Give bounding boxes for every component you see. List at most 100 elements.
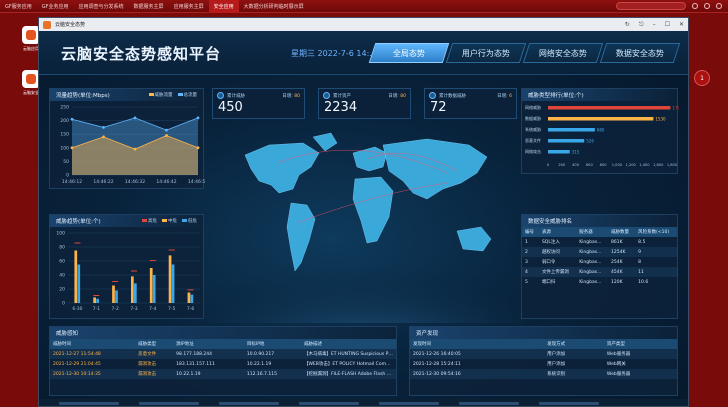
today-label: 日增: <box>497 93 508 99</box>
table-cell: 454K <box>608 267 636 277</box>
bar <box>548 139 585 143</box>
panel-header: 威胁类型排行(单位:个) <box>522 89 677 101</box>
gear-icon[interactable] <box>704 3 710 9</box>
data-point <box>165 134 168 137</box>
bar-value-label: 1777 <box>672 106 679 111</box>
table-row[interactable]: 2021-12-26 16:40:05 用户添加 Web服务器 <box>410 349 677 359</box>
taskbar-tab[interactable]: 大数据分析研判临时展示屏 <box>239 0 309 13</box>
bar-value-label: 526 <box>586 139 594 144</box>
table-cell: 8.5 <box>638 239 646 245</box>
table-row[interactable]: 2021-12-30 10:14:35 漏洞攻击 10.22.1.19 112.16.… <box>50 369 396 379</box>
close-icon[interactable]: ✕ <box>679 21 684 29</box>
dashboard: 云脑安全态势感知平台 星期三 2022-7-6 14:... 全局态势 用户行为… <box>39 31 688 406</box>
table-cell: Web服务器 <box>603 349 677 359</box>
x-tick-label: 1,600 <box>653 163 664 167</box>
bar <box>548 150 570 154</box>
panel-title: 资产发现 <box>416 331 439 337</box>
power-icon[interactable] <box>716 3 722 9</box>
table-cell: 端口扫 <box>541 280 556 285</box>
table-row[interactable]: 1 SQL注入 Kingbas... 861K 8.5 <box>522 237 677 247</box>
tab-data[interactable]: 数据安全态势 <box>599 43 681 63</box>
taskbar-tab[interactable]: 安全应用 <box>208 0 239 13</box>
column-header: 目标IP地 <box>243 339 301 349</box>
tab-network[interactable]: 网络安全态势 <box>522 43 604 63</box>
table-row[interactable]: 3 弱口令 Kingbas... 254K 8 <box>522 257 677 267</box>
y-tick-label: 250 <box>60 105 69 111</box>
column-header: 威胁时间 <box>50 339 136 349</box>
data-point <box>70 117 74 121</box>
category-label: 网络攻击 <box>525 148 541 154</box>
taskbar: GF服务应用 GF业务应用 应用调查与分发系统 数据服务主屏 应用服务主屏 安全应用 大数据… <box>0 0 728 13</box>
table-row[interactable]: 2021-12-30 09:54:16 系统识别 Web服务器 <box>410 369 677 379</box>
restore-icon[interactable]: ⎋ <box>639 21 644 29</box>
x-tick-label: 1,800 <box>667 163 678 167</box>
x-tick-label: 0 <box>547 163 550 167</box>
tab-user-behavior[interactable]: 用户行为态势 <box>445 43 527 63</box>
table-cell: 8 <box>638 259 642 265</box>
taskbar-right <box>616 2 728 10</box>
taskbar-tab[interactable]: 数据服务主屏 <box>129 0 169 13</box>
category-label: 恶意文件 <box>525 137 541 143</box>
asia <box>382 138 488 200</box>
column-header: 表源 <box>538 227 577 237</box>
table-row[interactable]: 2 越权访问 Kingbas... 1254K 9 <box>522 247 677 257</box>
table-cell: Kingbas... <box>579 259 602 265</box>
y-tick-label: 40 <box>59 273 65 279</box>
search-box[interactable] <box>616 2 686 10</box>
table-cell: 2021-12-30 09:54:16 <box>410 369 545 379</box>
today-value: 6 <box>509 93 512 99</box>
taskbar-tab[interactable]: 应用服务主屏 <box>169 0 209 13</box>
datetime: 星期三 2022-7-6 14:... <box>291 49 377 58</box>
table-row[interactable]: 2021-12-29 21:04:45 漏洞攻击 183.131.157.111 10… <box>50 359 396 369</box>
table-row[interactable]: 2021-12-28 15:24:11 用户添加 Web网关 <box>410 359 677 369</box>
table-cell: Kingbas... <box>576 267 609 277</box>
taskbar-tab[interactable]: GF服务应用 <box>0 0 37 13</box>
table-row[interactable]: 2021-12-27 11:54:48 恶意文件 98.177.188.244 10.… <box>50 349 396 359</box>
today-label: 日增: <box>388 93 399 99</box>
table-header-row: 威胁时间 威胁类型 源IP地址 目标IP地 威胁描述 <box>50 339 396 349</box>
refresh-icon[interactable]: ↻ <box>625 21 630 29</box>
stat-card-data-threat: 累计数据威胁 日增: 6 72 <box>424 88 517 119</box>
table-cell: 【木马病毒】ET HUNTING Suspicious POST HUNT... <box>300 349 396 359</box>
threat-trend-chart: 0 20 40 60 80 100 6-30 7-1 7-2 7-3 7-4 7-5 7-6 <box>56 231 200 312</box>
table-cell: 漏洞攻击 <box>135 369 174 379</box>
panel-title: 流量趋势(单位:Mbps) <box>56 93 110 99</box>
bar <box>112 285 115 303</box>
table-cell: 2021-12-30 10:14:35 <box>50 369 136 379</box>
bar-top-high <box>168 249 175 251</box>
stat-value: 72 <box>430 100 447 115</box>
column-header: 发现时间 <box>410 339 545 349</box>
bottom-scrollbar[interactable] <box>39 399 688 406</box>
tab-global[interactable]: 全局态势 <box>368 43 450 63</box>
y-tick-label: 0 <box>66 173 69 179</box>
africa <box>352 176 394 244</box>
table-row[interactable]: 5 端口扫 Kingbas... 120K 10.6 <box>522 277 677 287</box>
table-cell: Kingbas... <box>576 247 609 257</box>
notification-badge[interactable]: 1 <box>694 70 710 86</box>
x-tick-label: 14:46:42 <box>156 179 176 185</box>
bar <box>548 128 595 132</box>
table-cell: 10.22.1.19 <box>246 361 272 367</box>
column-header: 源IP地址 <box>173 339 244 349</box>
panel-header: 资产发现 <box>410 327 677 339</box>
bar <box>149 268 153 303</box>
stat-label: 累计资产 <box>333 93 351 99</box>
table-cell: Kingbas... <box>579 279 602 285</box>
panel-title: 威胁感知 <box>56 331 79 337</box>
stat-today: 日增: 80 <box>282 93 300 99</box>
user-icon[interactable] <box>692 3 698 9</box>
x-tick-label: 6-30 <box>72 306 82 312</box>
taskbar-tab[interactable]: GF业务应用 <box>37 0 74 13</box>
table-cell: 恶意文件 <box>135 349 174 359</box>
minimize-icon[interactable]: – <box>653 21 656 29</box>
table-cell: 1254K <box>608 247 636 257</box>
y-tick-label: 60 <box>59 259 65 265</box>
y-tick-label: 100 <box>60 145 69 151</box>
table-cell: 越权访问 <box>538 247 577 257</box>
maximize-icon[interactable]: ☐ <box>665 21 670 29</box>
bar <box>152 275 156 303</box>
asset-discovery-panel: 资产发现 发现时间 发现方式 资产类型 2021-12-26 16:40:05 用… <box>409 326 678 396</box>
table-row[interactable]: 4 文件上传漏洞 Kingbas... 454K 11 <box>522 267 677 277</box>
bar <box>190 294 194 303</box>
taskbar-tab[interactable]: 应用调查与分发系统 <box>74 0 129 13</box>
